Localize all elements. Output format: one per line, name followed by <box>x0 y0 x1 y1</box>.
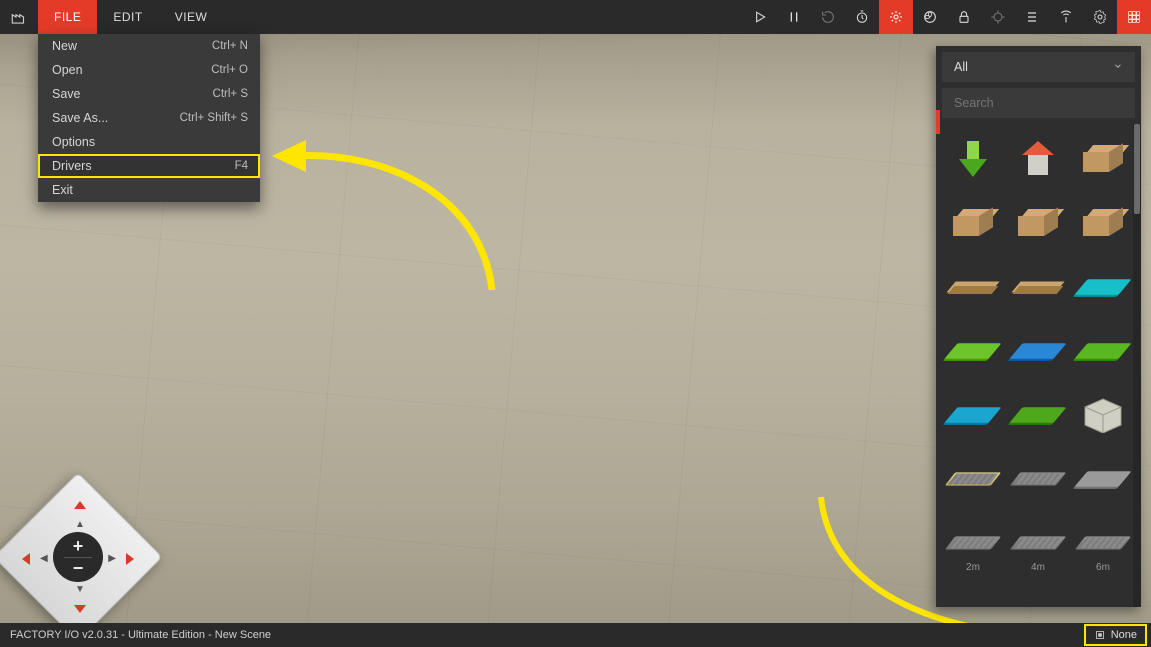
part-roller-4m[interactable]: 4m <box>1011 516 1065 570</box>
fan-icon[interactable] <box>913 0 947 34</box>
compass-zoom[interactable]: + − <box>53 532 103 582</box>
target-icon[interactable] <box>981 0 1015 34</box>
driver-chip-label: None <box>1111 629 1137 641</box>
part-box-tall[interactable] <box>1076 196 1130 250</box>
part-base-green-3[interactable] <box>1011 388 1065 442</box>
palette-filter-label: All <box>954 60 968 74</box>
menubar: FILE EDIT VIEW <box>0 0 1151 34</box>
chevron-down-icon <box>1113 60 1123 74</box>
part-base-blue[interactable] <box>1011 324 1065 378</box>
sim-gear-icon[interactable] <box>879 0 913 34</box>
timer-icon[interactable] <box>845 0 879 34</box>
part-roller-2m[interactable]: 2m <box>946 516 1000 570</box>
part-pallet-wood[interactable] <box>946 260 1000 314</box>
pause-icon[interactable] <box>777 0 811 34</box>
driver-chip-icon <box>1094 629 1106 641</box>
menu-view[interactable]: VIEW <box>159 0 224 34</box>
settings-icon[interactable] <box>1083 0 1117 34</box>
file-menu-dropdown: NewCtrl+ NOpenCtrl+ OSaveCtrl+ SSave As.… <box>38 34 260 202</box>
status-text: FACTORY I/O v2.0.31 - Ultimate Edition -… <box>10 629 271 641</box>
palette-grid-icon[interactable] <box>1117 0 1151 34</box>
part-conveyor-belt[interactable] <box>946 452 1000 506</box>
zoom-out-icon[interactable]: − <box>73 558 84 579</box>
part-pallet-wood-2[interactable] <box>1011 260 1065 314</box>
part-crate-grey[interactable] <box>1076 388 1130 442</box>
status-bar: FACTORY I/O v2.0.31 - Ultimate Edition -… <box>0 623 1151 647</box>
part-conveyor-scale[interactable] <box>1011 452 1065 506</box>
part-emitter-up[interactable] <box>1011 132 1065 186</box>
compass-up-icon[interactable] <box>74 501 86 509</box>
file-menu-drivers[interactable]: DriversF4 <box>38 154 260 178</box>
reload-icon[interactable] <box>811 0 845 34</box>
part-base-cyan-2[interactable] <box>946 388 1000 442</box>
compass-left-icon[interactable] <box>22 553 30 565</box>
part-base-green-1[interactable] <box>946 324 1000 378</box>
play-icon[interactable] <box>743 0 777 34</box>
part-base-green-2[interactable] <box>1076 324 1130 378</box>
file-menu-exit[interactable]: Exit <box>38 178 260 202</box>
driver-chip[interactable]: None <box>1086 626 1145 644</box>
parts-palette: All 2m4m6m <box>936 46 1141 607</box>
part-emitter-down[interactable] <box>946 132 1000 186</box>
signal-icon[interactable] <box>1049 0 1083 34</box>
palette-grid: 2m4m6m <box>936 124 1141 574</box>
part-box-medium[interactable] <box>946 196 1000 250</box>
palette-scrollbar[interactable] <box>1133 124 1141 607</box>
file-menu-save-as-[interactable]: Save As...Ctrl+ Shift+ S <box>38 106 260 130</box>
part-base-cyan[interactable] <box>1076 260 1130 314</box>
file-menu-options[interactable]: Options <box>38 130 260 154</box>
list-icon[interactable] <box>1015 0 1049 34</box>
palette-search-input[interactable] <box>942 88 1135 118</box>
menu-edit[interactable]: EDIT <box>97 0 158 34</box>
app-logo-icon[interactable] <box>0 0 38 34</box>
file-menu-open[interactable]: OpenCtrl+ O <box>38 58 260 82</box>
palette-filter-dropdown[interactable]: All <box>942 52 1135 82</box>
navigation-compass[interactable]: ▲▼ ▶◀ + − <box>18 497 138 617</box>
toolbar <box>743 0 1151 34</box>
compass-down-icon[interactable] <box>74 605 86 613</box>
part-box-small[interactable] <box>1076 132 1130 186</box>
lock-icon[interactable] <box>947 0 981 34</box>
menu-file[interactable]: FILE <box>38 0 97 34</box>
zoom-in-icon[interactable]: + <box>73 536 84 557</box>
part-platform-grey[interactable] <box>1076 452 1130 506</box>
part-roller-6m[interactable]: 6m <box>1076 516 1130 570</box>
compass-right-icon[interactable] <box>126 553 134 565</box>
file-menu-new[interactable]: NewCtrl+ N <box>38 34 260 58</box>
part-box-wide[interactable] <box>1011 196 1065 250</box>
file-menu-save[interactable]: SaveCtrl+ S <box>38 82 260 106</box>
